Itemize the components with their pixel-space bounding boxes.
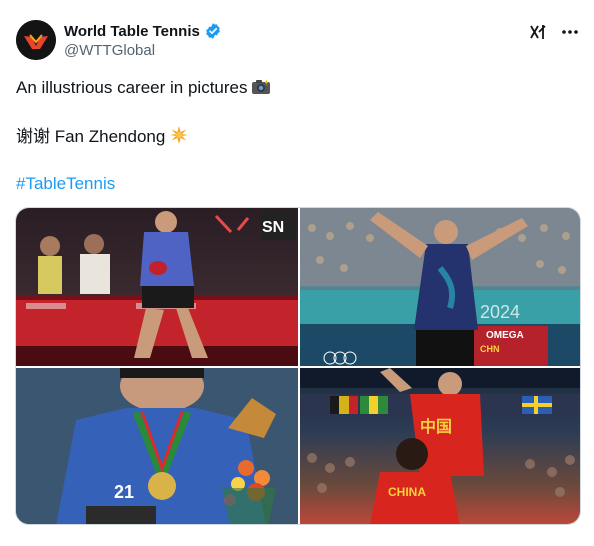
tweet-line-1: An illustrious career in pictures [16,77,271,102]
photo-2-overlay-chn: CHN [480,344,500,354]
photo-4-overlay-text: CHINA [388,485,426,499]
verified-badge-icon [204,22,222,40]
tweet-line-1-text: An illustrious career in pictures [16,78,248,97]
photo-serving-player[interactable]: SN [16,208,298,366]
tweet-line-2: 谢谢 Fan Zhendong [16,125,189,151]
camera-with-flash-emoji [251,78,271,102]
tweet-line-2-text: 谢谢 Fan Zhendong [16,127,166,146]
avatar[interactable] [16,20,56,60]
more-options-icon[interactable] [560,22,580,42]
photo-embrace-coach[interactable]: 中国 CHINA [300,368,580,524]
display-name[interactable]: World Table Tennis [64,23,200,40]
handle[interactable]: @WTTGlobal [64,42,155,59]
svg-text:中国: 中国 [420,417,452,436]
photo-celebrating-arms-raised[interactable]: 2024 OMEGA CHN [300,208,580,366]
photo-3-overlay-text: 21 [114,482,134,502]
grok-icon[interactable] [528,22,548,42]
photo-2-overlay-omega: OMEGA [486,330,524,341]
media-grid: SN 2024 OMEGA CHN 21 中国 CHINA [15,207,581,525]
sparkle-star-emoji [169,125,189,151]
hashtag-link[interactable]: #TableTennis [16,173,115,195]
photo-medal-podium[interactable]: 21 [16,368,298,524]
photo-1-overlay-text: SN [262,219,284,236]
tweet-header: World Table Tennis @WTTGlobal [16,20,580,62]
photo-2-overlay-year: 2024 [480,302,520,322]
